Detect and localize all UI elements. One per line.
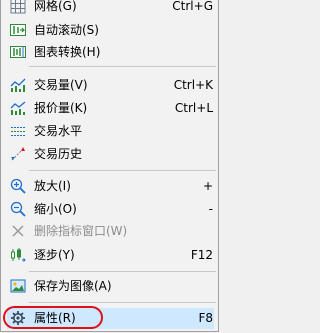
menu-item-shortcut: Ctrl+L [174, 101, 213, 115]
menu-item-label: 报价量(K) [34, 101, 88, 115]
menu-item-label: 删除指标窗口(W) [34, 224, 128, 238]
menu-item-label: 交易历史 [34, 147, 83, 161]
delete-window-icon [10, 223, 26, 239]
menu-item-zoom-in[interactable]: 放大(I) + [1, 174, 218, 198]
trade-history-icon [10, 146, 26, 162]
trade-levels-icon [10, 123, 26, 139]
menu-separator [29, 302, 216, 303]
menu-item-zoom-out[interactable]: 缩小(O) - [1, 197, 218, 221]
menu-item-autoscroll[interactable]: 自动滚动(S) [1, 18, 218, 42]
menu-item-trade-history[interactable]: 交易历史 [1, 142, 218, 166]
menu-item-shortcut: Ctrl+G [172, 0, 213, 13]
autoscroll-icon [10, 22, 26, 38]
tick-volume-icon [10, 100, 26, 116]
menu-item-shortcut: - [208, 202, 213, 216]
zoom-in-icon [10, 178, 26, 194]
menu-item-label: 网格(G) [34, 0, 77, 13]
menu-item-save-as-image[interactable]: 保存为图像(A) [1, 274, 218, 298]
chart-shift-icon [10, 44, 26, 60]
trade-volume-icon [10, 77, 26, 93]
menu-item-label: 保存为图像(A) [34, 279, 112, 293]
zoom-out-icon [10, 201, 26, 217]
menu-item-tick-volume[interactable]: 报价量(K) Ctrl+L [1, 96, 218, 120]
menu-item-step[interactable]: 逐步(Y) F12 [1, 243, 218, 267]
menu-item-chart-shift[interactable]: 图表转换(H) [1, 40, 218, 64]
menu-item-shortcut: Ctrl+K [173, 78, 213, 92]
menu-item-delete-indicator-window: 删除指标窗口(W) [1, 219, 218, 243]
menu-item-label: 交易量(V) [34, 78, 88, 92]
menu-separator [29, 170, 216, 171]
annotation-circle [3, 306, 103, 329]
menu-item-shortcut: F12 [190, 248, 213, 262]
menu-item-grid[interactable]: 网格(G) Ctrl+G [1, 0, 218, 18]
menu-item-label: 逐步(Y) [34, 248, 75, 262]
menu-separator [29, 271, 216, 272]
menu-separator [29, 66, 216, 67]
menu-item-shortcut: F8 [198, 311, 213, 325]
menu-item-shortcut: + [202, 179, 213, 193]
grid-icon [10, 0, 26, 14]
menu-item-label: 自动滚动(S) [34, 23, 99, 37]
menu-item-trade-volume[interactable]: 交易量(V) Ctrl+K [1, 73, 218, 97]
menu-item-label: 放大(I) [34, 179, 71, 193]
menu-item-trade-levels[interactable]: 交易水平 [1, 119, 218, 143]
menu-item-label: 交易水平 [34, 124, 83, 138]
save-image-icon [10, 278, 26, 294]
step-icon [10, 247, 26, 263]
menu-item-label: 图表转换(H) [34, 45, 101, 59]
menu-item-label: 缩小(O) [34, 202, 77, 216]
chart-context-menu: 网格(G) Ctrl+G 自动滚动(S) 图表转换(H) 交易量(V) Ctrl… [0, 0, 219, 332]
